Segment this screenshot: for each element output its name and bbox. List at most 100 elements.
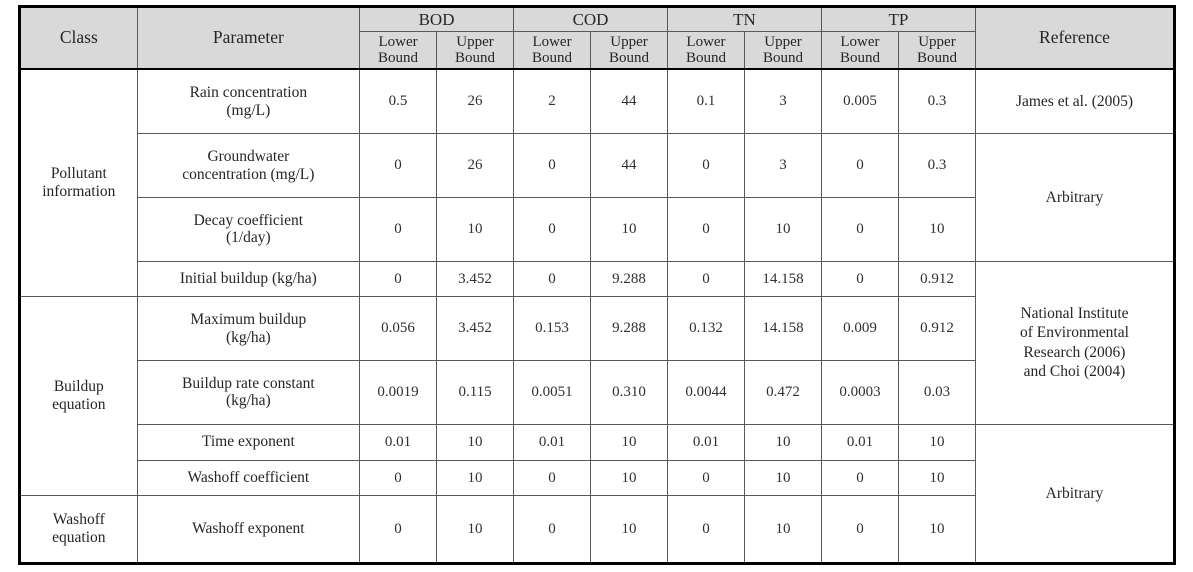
bound-line-1: Lower	[840, 34, 880, 51]
reference-cell: National Institute of Environmental Resear…	[974, 260, 1176, 425]
header-tp-upper: Upper Bound	[897, 31, 976, 71]
parameter-cell: Groundwater concentration (mg/L)	[136, 133, 361, 199]
bound-line-1: Upper	[764, 34, 802, 51]
reference-line-3: Research (2006)	[1023, 343, 1126, 361]
value-tp-lower: 0	[820, 260, 899, 298]
bound-line-2: Bound	[532, 50, 573, 67]
document-page: Class Parameter BOD COD TN TP Reference …	[0, 0, 1193, 572]
value-tn-upper: 10	[743, 423, 822, 461]
parameter-line-1: Decay coefficient	[193, 211, 304, 229]
value-tn-lower: 0.01	[667, 423, 745, 461]
value-tn-upper: 0.472	[743, 360, 822, 425]
value-tn-upper: 10	[743, 459, 822, 497]
value-bod-lower: 0.0019	[359, 360, 438, 425]
value-bod-lower: 0	[359, 495, 438, 564]
parameter-cell: Time exponent	[136, 423, 361, 461]
bound-line-1: Upper	[456, 34, 494, 51]
bound-line-2: Bound	[685, 50, 726, 67]
value-cod-upper: 9.288	[590, 296, 668, 362]
value-cod-lower: 0	[513, 133, 592, 199]
value-tp-upper: 10	[897, 197, 976, 262]
bound-line-2: Bound	[916, 50, 957, 67]
value-bod-lower: 0	[359, 133, 438, 199]
table-row: Pollutant information Rain concentration (m…	[19, 68, 1176, 298]
value-tn-lower: 0	[667, 133, 745, 199]
value-cod-lower: 0.01	[513, 423, 592, 461]
table-body: Pollutant information Rain concentration (m…	[19, 68, 1176, 565]
value-cod-upper: 44	[590, 68, 668, 135]
header-bod-upper: Upper Bound	[436, 31, 515, 71]
header-tn-upper: Upper Bound	[743, 31, 822, 71]
parameter-line-1: Maximum buildup	[190, 310, 307, 328]
value-bod-upper: 10	[436, 495, 515, 564]
bound-line-1: Upper	[610, 34, 648, 51]
parameter-line-1: Washoff exponent	[192, 520, 305, 538]
value-tp-upper: 10	[897, 423, 976, 461]
parameter-line-2: (kg/ha)	[225, 392, 271, 410]
pollutant-parameter-table: Class Parameter BOD COD TN TP Reference …	[18, 5, 1176, 565]
bound-line-2: Bound	[839, 50, 880, 67]
value-cod-lower: 0	[513, 197, 592, 262]
value-tp-upper: 0.3	[897, 133, 976, 199]
header-class: Class	[19, 6, 138, 71]
value-tn-lower: 0.132	[667, 296, 745, 362]
parameter-line-1: Buildup rate constant	[182, 374, 315, 392]
value-tp-lower: 0.01	[820, 423, 899, 461]
value-cod-upper: 10	[590, 495, 668, 564]
parameter-line-2: (1/day)	[225, 229, 271, 247]
header-group-bod: BOD	[359, 5, 515, 33]
header-reference: Reference	[974, 6, 1176, 71]
value-bod-upper: 10	[436, 459, 515, 497]
header-cod-lower: Lower Bound	[513, 31, 592, 71]
header-group-tp: TP	[820, 5, 976, 33]
value-tn-upper: 10	[743, 197, 822, 262]
value-bod-upper: 3.452	[436, 260, 515, 298]
value-tn-upper: 3	[743, 68, 822, 135]
table-row: Initial buildup (kg/ha) 0 3.452 0 9.288 0 14.1…	[20, 260, 1176, 425]
parameter-cell: Decay coefficient (1/day)	[136, 197, 361, 262]
value-cod-upper: 9.288	[590, 260, 668, 298]
value-tn-lower: 0	[667, 197, 745, 262]
header-group-cod: COD	[513, 5, 668, 33]
bound-line-1: Lower	[686, 34, 726, 51]
value-tp-upper: 0.912	[897, 296, 976, 362]
table-row: Time exponent 0.01 10 0.01 10 0.01 10 0.01 10 Arb…	[20, 423, 1176, 565]
bound-line-1: Upper	[918, 34, 956, 51]
table-header: Class Parameter BOD COD TN TP Reference …	[19, 5, 1176, 71]
value-tn-upper: 3	[743, 133, 822, 199]
reference-cell: James et al. (2005)	[974, 68, 1176, 135]
reference-line-4: and Choi (2004)	[1023, 363, 1126, 381]
table-row: Groundwater concentration (mg/L) 0 26 0 44 0 3 0…	[20, 133, 1176, 262]
class-label-line-1: Pollutant	[50, 164, 107, 182]
value-cod-upper: 10	[590, 197, 668, 262]
value-tn-lower: 0.1	[667, 68, 745, 135]
bound-line-2: Bound	[609, 50, 650, 67]
value-cod-upper: 10	[590, 423, 668, 461]
bound-line-2: Bound	[378, 50, 419, 67]
value-tp-upper: 0.3	[897, 68, 976, 135]
value-bod-upper: 10	[436, 423, 515, 461]
header-parameter: Parameter	[136, 6, 361, 71]
class-label-line-1: Buildup	[53, 377, 104, 395]
parameter-line-2: concentration (mg/L)	[182, 165, 315, 183]
value-bod-upper: 10	[436, 197, 515, 262]
value-cod-upper: 44	[590, 133, 668, 199]
value-tp-lower: 0	[820, 133, 899, 199]
parameter-cell: Washoff coefficient	[136, 459, 361, 497]
value-bod-upper: 0.115	[436, 360, 515, 425]
parameter-line-1: Initial buildup (kg/ha)	[179, 270, 317, 288]
bound-line-2: Bound	[455, 50, 496, 67]
value-tp-lower: 0	[820, 197, 899, 262]
header-bod-lower: Lower Bound	[359, 31, 438, 71]
parameter-cell: Washoff exponent	[136, 495, 361, 564]
parameter-line-1: Time exponent	[201, 433, 295, 451]
header-group-tn: TN	[667, 5, 822, 33]
value-tp-lower: 0	[820, 459, 899, 497]
value-tn-upper: 14.158	[743, 260, 822, 298]
header-tp-lower: Lower Bound	[820, 31, 899, 71]
value-bod-lower: 0	[359, 197, 438, 262]
parameter-line-1: Groundwater	[207, 147, 290, 165]
value-cod-lower: 2	[513, 68, 592, 135]
value-tp-lower: 0	[820, 495, 899, 564]
value-tn-lower: 0.0044	[667, 360, 745, 425]
